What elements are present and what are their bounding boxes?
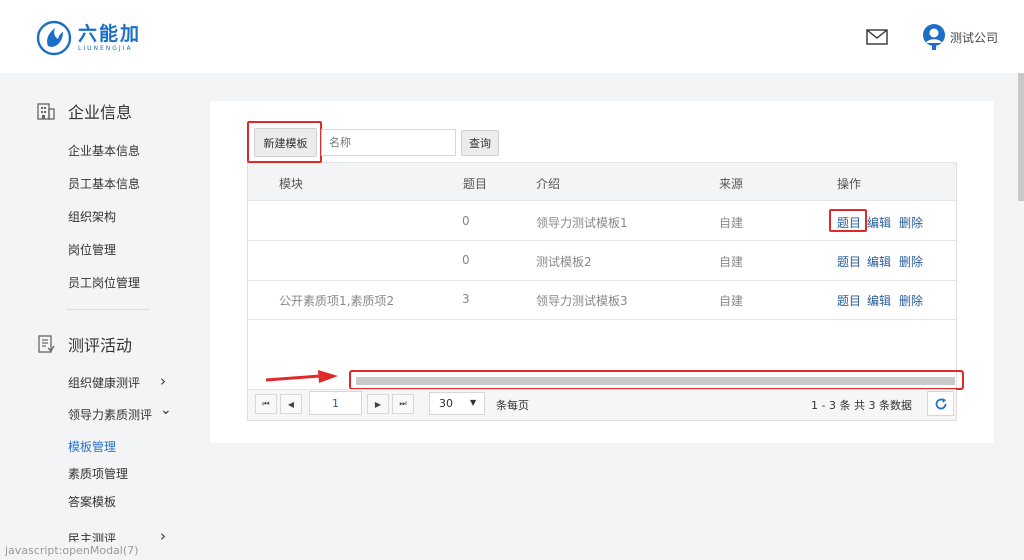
section-enterprise-info: 企业信息 xyxy=(36,99,132,123)
sidebar-item-position-mgmt[interactable]: 岗位管理 xyxy=(68,241,116,258)
logo-title: 六能加 xyxy=(78,22,142,45)
section-title: 测评活动 xyxy=(68,336,133,355)
cell-intro: 领导力测试模板1 xyxy=(536,216,628,230)
cell-source: 自建 xyxy=(719,294,744,308)
per-page-label: 条每页 xyxy=(496,399,529,412)
row-edit-link[interactable]: 编辑 xyxy=(867,292,891,309)
row-delete-link[interactable]: 删除 xyxy=(899,292,923,309)
column-header-questions[interactable]: 题目 xyxy=(463,175,487,192)
annotation-arrow-icon xyxy=(265,370,338,383)
chevron-right-icon[interactable]: › xyxy=(160,527,166,545)
user-menu[interactable]: 测试公司 xyxy=(922,24,998,50)
cell-questions: 3 xyxy=(462,292,470,306)
sidebar-item-employee-basic[interactable]: 员工基本信息 xyxy=(68,175,140,192)
cell-questions: 0 xyxy=(462,253,470,267)
sidebar-item-template-mgmt[interactable]: 模板管理 xyxy=(68,438,116,455)
mail-icon[interactable] xyxy=(866,29,888,45)
row-questions-link[interactable]: 题目 xyxy=(837,292,861,309)
sidebar-item-enterprise-basic[interactable]: 企业基本信息 xyxy=(68,142,140,159)
status-bar-url: javascript:openModal(7) xyxy=(0,542,144,560)
table-horizontal-scrollbar[interactable] xyxy=(356,377,955,385)
logo-text: 六能加 LIUNENGJIA xyxy=(78,22,142,53)
chevron-down-icon[interactable]: ⌄ xyxy=(160,402,172,418)
sidebar-group-leadership[interactable]: 领导力素质测评 xyxy=(68,406,152,423)
first-page-button[interactable]: ⏮ xyxy=(255,394,277,414)
row-questions-link[interactable]: 题目 xyxy=(837,253,861,270)
avatar-icon xyxy=(923,24,945,50)
sidebar-item-employee-position[interactable]: 员工岗位管理 xyxy=(68,274,140,291)
section-assessment: 测评活动 xyxy=(36,332,132,356)
logo[interactable]: 六能加 LIUNENGJIA xyxy=(36,20,141,56)
last-page-button[interactable]: ⏭ xyxy=(392,394,414,414)
building-icon xyxy=(37,103,55,120)
sidebar-item-org-structure[interactable]: 组织架构 xyxy=(68,208,116,225)
cell-source: 自建 xyxy=(719,255,744,269)
column-header-actions: 操作 xyxy=(837,177,862,191)
logo-subtitle: LIUNENGJIA xyxy=(78,44,133,52)
logo-icon xyxy=(36,20,72,56)
next-page-button[interactable]: ▶ xyxy=(367,394,389,414)
sidebar-group-org-health[interactable]: 组织健康测评 xyxy=(68,374,140,391)
section-title: 企业信息 xyxy=(68,103,133,122)
row-edit-link[interactable]: 编辑 xyxy=(867,253,891,270)
cell-intro: 测试模板2 xyxy=(536,255,592,269)
cell-intro: 领导力测试模板3 xyxy=(536,294,628,308)
caret-down-icon: ▼ xyxy=(470,398,477,407)
page-number-input[interactable] xyxy=(309,391,362,415)
cell-questions: 0 xyxy=(462,214,470,228)
user-name: 测试公司 xyxy=(950,30,999,45)
document-icon xyxy=(38,335,55,353)
sidebar-divider xyxy=(66,309,150,310)
refresh-button[interactable] xyxy=(927,391,954,416)
row-delete-link[interactable]: 删除 xyxy=(899,214,923,231)
chevron-right-icon[interactable]: › xyxy=(160,372,166,390)
page-size-select[interactable]: 30 ▼ xyxy=(429,392,485,415)
page-scrollbar-thumb[interactable] xyxy=(1018,73,1024,201)
column-header-module[interactable]: 模块 xyxy=(279,175,303,192)
sidebar-item-quality-mgmt[interactable]: 素质项管理 xyxy=(68,465,128,482)
refresh-icon xyxy=(935,397,946,409)
column-header-intro[interactable]: 介绍 xyxy=(536,175,560,192)
column-header-source[interactable]: 来源 xyxy=(719,175,743,192)
name-search-input[interactable] xyxy=(321,129,456,156)
row-questions-link[interactable]: 题目 xyxy=(837,214,861,231)
prev-page-button[interactable]: ◀ xyxy=(280,394,302,414)
sidebar-item-answer-template[interactable]: 答案模板 xyxy=(68,493,116,510)
row-delete-link[interactable]: 删除 xyxy=(899,253,923,270)
cell-source: 自建 xyxy=(719,216,744,230)
new-template-button[interactable]: 新建模板 xyxy=(254,128,317,157)
page-size-value: 30 xyxy=(439,397,453,410)
pagination-range: 1 - 3 条 共 3 条数据 xyxy=(811,399,912,412)
top-header: 六能加 LIUNENGJIA 测试公司 xyxy=(0,0,1024,73)
row-edit-link[interactable]: 编辑 xyxy=(867,214,891,231)
cell-module: 公开素质项1,素质项2 xyxy=(279,294,395,308)
query-button[interactable]: 查询 xyxy=(461,130,499,156)
